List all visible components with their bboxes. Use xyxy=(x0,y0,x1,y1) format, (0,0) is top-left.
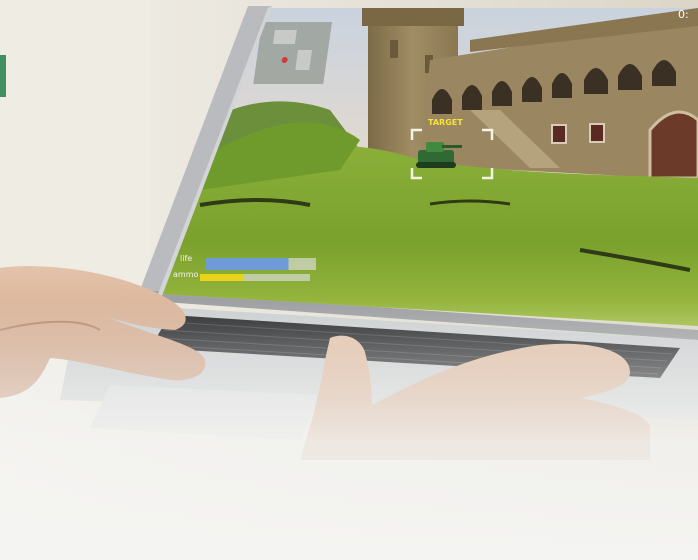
ammo-bar-fill xyxy=(200,274,244,281)
life-bar-fill xyxy=(206,258,289,270)
photo-illustration xyxy=(0,0,698,560)
left-accent-tab xyxy=(0,55,6,97)
timer-readout: 0: xyxy=(678,8,689,21)
ammo-label: ammo xyxy=(173,270,199,279)
life-label: life xyxy=(180,254,193,263)
target-label: TARGET xyxy=(428,118,463,127)
minimap xyxy=(253,22,332,84)
laptop-gaming-photo: life ammo TARGET 0: xyxy=(0,0,698,560)
hud-bars xyxy=(200,258,316,281)
